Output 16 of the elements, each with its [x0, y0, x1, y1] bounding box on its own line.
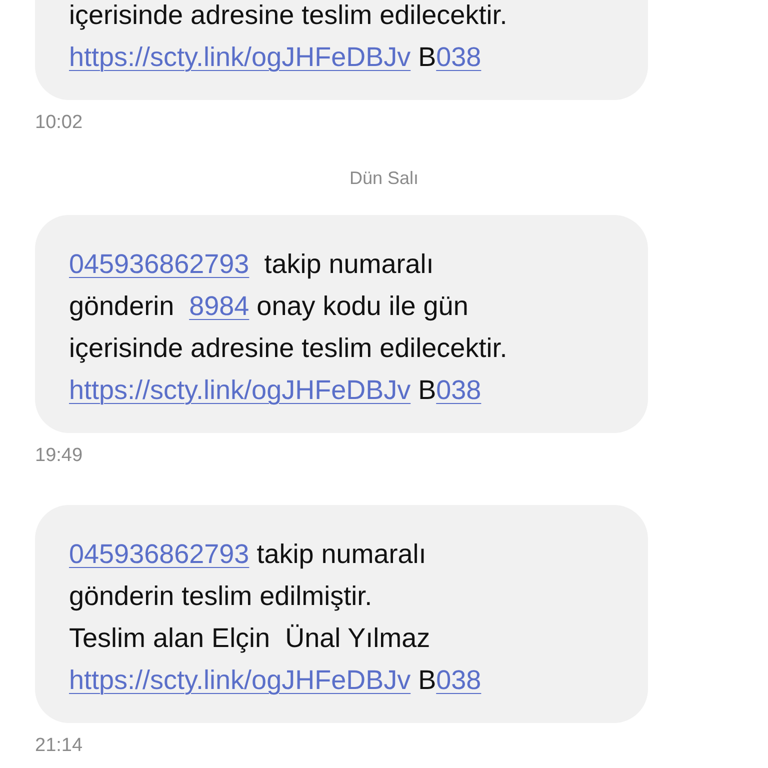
link[interactable]: 8984	[189, 291, 250, 321]
timestamp: 10:02	[35, 112, 83, 134]
timestamp: 21:14	[35, 735, 83, 757]
message-text: 045936862793 takip numaralı gönderin 8984 onay kodu ile gün içerisinde adresine teslim edilecektir. https://scty.link/ogJHFeDBJv B038	[69, 248, 508, 407]
link[interactable]: 038	[436, 375, 482, 405]
message-text: 045936862793 takip numaralı gönderin teslim edilmiştir. Teslim alan Elçin Ünal Yılmaz https://scty.link/ogJHFeDBJv B038	[69, 538, 482, 697]
link[interactable]: https://scty.link/ogJHFeDBJv	[69, 42, 411, 72]
link[interactable]: https://scty.link/ogJHFeDBJv	[69, 665, 411, 695]
message-text: içerisinde adresine teslim edilecektir. https://scty.link/ogJHFeDBJv B038	[69, 0, 508, 74]
link[interactable]: 038	[436, 665, 482, 695]
timestamp: 19:49	[35, 445, 83, 467]
link[interactable]: 045936862793	[69, 539, 250, 569]
link[interactable]: 045936862793	[69, 249, 250, 279]
link[interactable]: https://scty.link/ogJHFeDBJv	[69, 375, 411, 405]
date-separator: Dün Salı	[349, 168, 419, 188]
link[interactable]: 038	[436, 42, 482, 72]
